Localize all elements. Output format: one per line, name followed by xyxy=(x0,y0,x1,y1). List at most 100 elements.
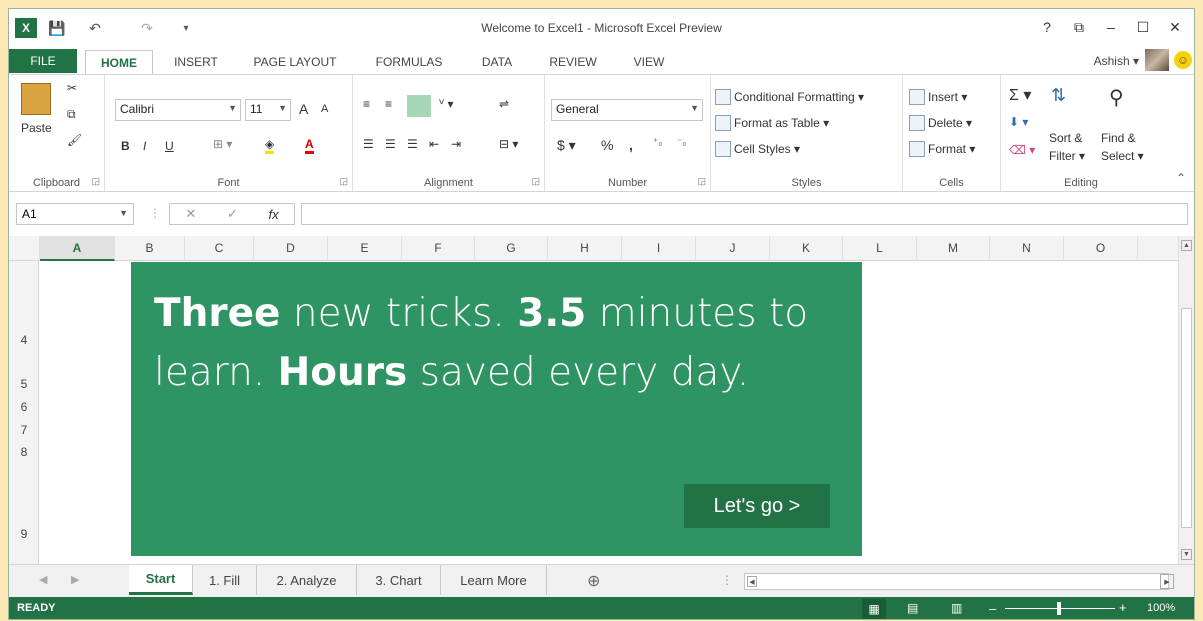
tab-view[interactable]: VIEW xyxy=(619,50,679,74)
find-select-line2[interactable]: Select ▾ xyxy=(1101,149,1144,163)
tab-insert[interactable]: INSERT xyxy=(161,50,231,74)
column-header[interactable]: F xyxy=(402,236,475,261)
sheet-tab-start[interactable]: Start xyxy=(129,565,193,595)
sheet-tab-learn-more[interactable]: Learn More xyxy=(441,565,547,595)
column-header[interactable]: N xyxy=(990,236,1064,261)
tab-formulas[interactable]: FORMULAS xyxy=(361,50,457,74)
add-sheet-icon[interactable]: ⊕ xyxy=(587,571,600,591)
decrease-indent-icon[interactable]: ⇤ xyxy=(429,137,439,151)
avatar[interactable] xyxy=(1145,49,1169,71)
cell-styles-button[interactable]: Cell Styles ▾ xyxy=(715,141,800,157)
collapse-ribbon-icon[interactable]: ⌃ xyxy=(1176,171,1186,185)
zoom-in-icon[interactable]: + xyxy=(1119,600,1127,615)
zoom-level[interactable]: 100% xyxy=(1147,602,1175,614)
scroll-right-icon[interactable]: ▶ xyxy=(1160,574,1174,589)
align-left-icon[interactable]: ☰ xyxy=(363,137,374,151)
row-header[interactable]: 7 xyxy=(9,423,39,437)
column-header[interactable]: G xyxy=(475,236,548,261)
currency-button[interactable]: $ ▾ xyxy=(557,137,576,154)
tab-split-grip-icon[interactable]: ⋮ xyxy=(721,573,733,587)
chevron-down-icon[interactable]: ▼ xyxy=(278,103,287,113)
row-header[interactable]: 4 xyxy=(9,333,39,347)
format-cells-button[interactable]: Format ▾ xyxy=(909,141,975,157)
page-break-view-icon[interactable]: ▥ xyxy=(951,601,962,615)
increase-indent-icon[interactable]: ⇥ xyxy=(451,137,461,151)
binoculars-icon[interactable]: ⚲ xyxy=(1109,85,1124,110)
column-header[interactable]: E xyxy=(328,236,402,261)
sheet-tab-fill[interactable]: 1. Fill xyxy=(193,565,257,595)
chevron-down-icon[interactable]: ▼ xyxy=(690,103,699,113)
merge-center-icon[interactable]: ⊟ ▾ xyxy=(499,137,518,151)
column-header[interactable]: L xyxy=(843,236,917,261)
ribbon-display-icon[interactable]: ⧉ xyxy=(1064,15,1094,39)
select-all-corner[interactable] xyxy=(9,236,40,261)
autosum-button[interactable]: Σ ▾ xyxy=(1009,85,1031,105)
sort-filter-icon[interactable]: ⇅ xyxy=(1051,85,1066,106)
tab-page-layout[interactable]: PAGE LAYOUT xyxy=(239,50,351,74)
delete-cells-button[interactable]: Delete ▾ xyxy=(909,115,972,131)
scroll-down-icon[interactable]: ▼ xyxy=(1181,549,1192,560)
row-header[interactable]: 5 xyxy=(9,377,39,391)
shrink-font-button[interactable]: A xyxy=(321,103,328,115)
column-header[interactable]: C xyxy=(185,236,254,261)
cut-icon[interactable]: ✂ xyxy=(67,81,77,95)
conditional-formatting-button[interactable]: Conditional Formatting ▾ xyxy=(715,89,864,105)
horizontal-scrollbar[interactable]: ◀ xyxy=(744,573,1169,590)
fill-color-icon[interactable]: ◈ xyxy=(265,137,275,154)
tab-file[interactable]: FILE xyxy=(9,49,77,73)
align-middle-icon[interactable]: ≡ xyxy=(385,97,392,111)
column-header[interactable]: H xyxy=(548,236,622,261)
sort-filter-line1[interactable]: Sort & xyxy=(1049,131,1082,145)
format-painter-icon[interactable]: 🖌 xyxy=(67,133,82,147)
scroll-thumb[interactable] xyxy=(1181,308,1192,528)
scroll-left-icon[interactable]: ◀ xyxy=(747,576,757,587)
name-box[interactable]: A1 ▼ xyxy=(16,203,134,225)
fill-icon[interactable]: ⬇ ▾ xyxy=(1009,115,1028,129)
align-center-icon[interactable]: ☰ xyxy=(385,137,396,151)
paste-button[interactable]: Paste xyxy=(21,121,52,135)
tab-data[interactable]: DATA xyxy=(467,50,527,74)
percent-button[interactable]: % xyxy=(601,137,613,153)
decrease-decimal-icon[interactable]: ⁻₀ xyxy=(677,137,686,148)
paste-icon[interactable] xyxy=(21,83,51,115)
align-right-icon[interactable]: ☰ xyxy=(407,137,418,151)
clear-icon[interactable]: ⌫ ▾ xyxy=(1009,143,1035,157)
insert-function-icon[interactable]: fx xyxy=(269,207,279,222)
column-header[interactable]: O xyxy=(1064,236,1138,261)
maximize-button[interactable]: ☐ xyxy=(1128,15,1158,39)
minimize-button[interactable]: – xyxy=(1096,15,1126,39)
scroll-up-icon[interactable]: ▲ xyxy=(1181,240,1192,251)
enter-icon[interactable]: ✓ xyxy=(227,206,238,222)
vertical-scrollbar[interactable]: ▲ ▼ xyxy=(1178,236,1194,564)
comma-button[interactable]: , xyxy=(629,137,633,153)
font-name-box[interactable]: Calibri ▼ xyxy=(115,99,241,121)
clipboard-launcher-icon[interactable]: ◲ xyxy=(91,176,100,187)
orientation-icon[interactable]: ⱽ ▾ xyxy=(439,97,454,111)
sheet-tab-chart[interactable]: 3. Chart xyxy=(357,565,441,595)
chevron-down-icon[interactable]: ▼ xyxy=(228,103,237,113)
borders-icon[interactable]: ⊞ ▾ xyxy=(213,137,232,151)
font-color-icon[interactable]: A xyxy=(305,137,314,154)
increase-decimal-icon[interactable]: ⁺₀ xyxy=(653,137,662,148)
column-header[interactable]: A xyxy=(40,236,115,261)
page-layout-view-icon[interactable]: ▤ xyxy=(907,601,918,615)
column-header[interactable]: M xyxy=(917,236,990,261)
next-sheet-icon[interactable]: ▶ xyxy=(71,573,79,586)
italic-button[interactable]: I xyxy=(143,139,146,153)
wrap-text-icon[interactable]: ⇌ xyxy=(499,97,509,111)
feedback-smiley-icon[interactable]: ☺ xyxy=(1174,51,1192,69)
alignment-launcher-icon[interactable]: ◲ xyxy=(531,176,540,187)
number-format-box[interactable]: General ▼ xyxy=(551,99,703,121)
bold-button[interactable]: B xyxy=(121,139,130,153)
column-header[interactable]: J xyxy=(696,236,770,261)
font-launcher-icon[interactable]: ◲ xyxy=(339,176,348,187)
number-launcher-icon[interactable]: ◲ xyxy=(697,176,706,187)
zoom-out-icon[interactable]: – xyxy=(989,601,996,616)
chevron-down-icon[interactable]: ▼ xyxy=(119,208,128,218)
insert-cells-button[interactable]: Insert ▾ xyxy=(909,89,967,105)
lets-go-button[interactable]: Let's go > xyxy=(684,484,830,528)
row-header[interactable]: 9 xyxy=(9,527,39,541)
format-as-table-button[interactable]: Format as Table ▾ xyxy=(715,115,829,131)
column-header[interactable]: B xyxy=(115,236,185,261)
align-bottom-icon[interactable] xyxy=(407,95,431,117)
